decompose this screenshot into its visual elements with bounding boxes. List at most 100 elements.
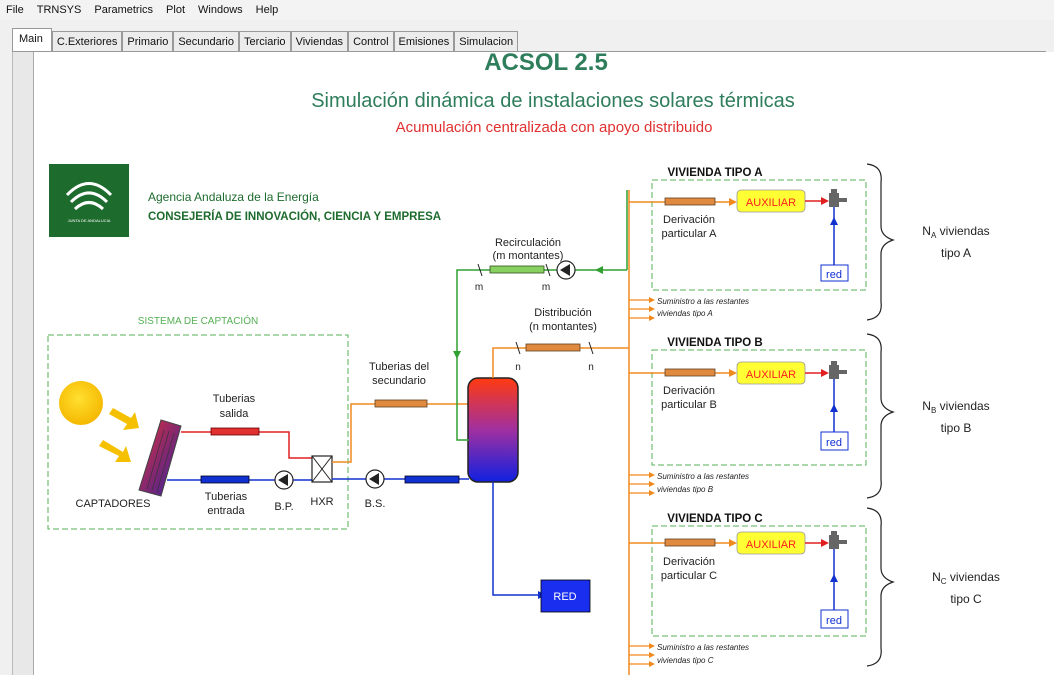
vivienda-a-group: VIVIENDA TIPO A AUXILIAR red Derivación … [629,163,990,321]
distribution-pipe-segment [525,343,581,352]
left-panel-strip [12,52,34,675]
derivacion-b-label: Derivación [663,385,715,397]
storage-tank-icon [467,377,519,483]
derivacion-c-label: particular C [661,570,717,582]
tuberias-entrada-label: entrada [207,505,245,517]
tuberias-entrada-pipe [200,475,250,484]
recirculacion-label: (m montantes) [493,250,564,262]
vivienda-c-title: VIVIENDA TIPO C [667,513,762,525]
vivienda-b-title: VIVIENDA TIPO B [667,337,762,349]
tab-emisiones[interactable]: Emisiones [393,31,455,52]
tuberias-salida-label: salida [220,408,250,420]
page-title: Simulación dinámica de instalaciones sol… [311,90,795,112]
vivienda-a-title: VIVIENDA TIPO A [668,167,763,179]
recirculation-pipe-segment [489,265,545,274]
tab-control[interactable]: Control [348,31,394,52]
derivacion-pipe-b [664,368,716,377]
suministro-b-label: viviendas tipo B [657,485,714,494]
brace-c-icon [866,507,895,667]
tap-a-icon [829,193,839,207]
derivacion-b-label: particular B [661,399,717,411]
junta-logo-icon [49,164,129,237]
page-subtitle: Acumulación centralizada con apoyo distr… [396,119,713,136]
tuberias-salida-pipe [210,427,260,436]
vivienda-c-group: VIVIENDA TIPO C AUXILIAR red Derivación … [629,507,1000,667]
menu-help[interactable]: Help [250,4,286,16]
suministro-c-label: Suministro a las restantes [657,643,749,652]
menu-bar: File TRNSYS Parametrics Plot Windows Hel… [0,0,1054,20]
org-name: Agencia Andaluza de la Energía [148,190,319,204]
distribution-n-label: n [588,362,594,373]
count-a-line2: tipo A [941,246,971,260]
tab-viviendas[interactable]: Viviendas [290,31,349,52]
brace-b-icon [866,333,895,499]
tab-primario[interactable]: Primario [122,31,174,52]
derivacion-a-label: Derivación [663,214,715,226]
sun-icon [59,381,103,425]
recirculation-m-label: m [542,282,550,293]
red-supply-label: RED [553,591,576,603]
count-b-label: NB viviendas [922,399,989,415]
count-c-line2: tipo C [950,592,982,606]
menu-plot[interactable]: Plot [160,4,192,16]
red-a-label: red [826,269,842,281]
tap-b-icon [829,365,839,379]
tuberias-secundario-pipe [374,399,428,408]
captacion-title: SISTEMA DE CAPTACIÓN [138,314,258,327]
suministro-a-label: Suministro a las restantes [657,297,749,306]
recirculation-m-label: m [475,282,483,293]
count-c-label: NC viviendas [932,570,1000,586]
derivacion-pipe-a [664,197,716,206]
menu-windows[interactable]: Windows [192,4,250,16]
distribucion-label: Distribución [534,307,591,319]
primary-hot-pipe [181,431,319,459]
menu-file[interactable]: File [0,4,31,16]
brace-a-icon [866,163,895,321]
app-title: ACSOL 2.5 [484,52,608,76]
suministro-b-label: Suministro a las restantes [657,472,749,481]
count-a-label: NA viviendas [922,224,989,240]
collector-panel-icon [138,419,182,497]
auxiliar-b-label: AUXILIAR [746,369,796,381]
distribution-pipe [492,347,629,378]
vivienda-b-group: VIVIENDA TIPO B AUXILIAR red Derivación … [629,333,990,499]
tuberias-secundario-label: Tuberias del [369,361,429,373]
bp-label: B.P. [274,501,293,513]
tab-simulacion[interactable]: Simulacion [454,31,519,52]
suministro-c-label: viviendas tipo C [657,656,714,665]
auxiliar-a-label: AUXILIAR [746,197,796,209]
captadores-label: CAPTADORES [76,498,151,510]
tuberias-secundario-label: secundario [372,375,426,387]
derivacion-c-label: Derivación [663,556,715,568]
suministro-a-label: viviendas tipo A [657,309,713,318]
hxr-label: HXR [310,496,333,508]
red-b-label: red [826,437,842,449]
tab-main[interactable]: Main [12,28,52,52]
tab-secundario[interactable]: Secundario [173,31,239,52]
distribucion-label: (n montantes) [529,321,597,333]
cold-water-supply-pipe [492,482,542,596]
secondary-cold-pipe-segment [404,475,460,484]
count-b-line2: tipo B [941,421,972,435]
logo-small-text: JUNTA DE ANDALUCIA [68,218,111,223]
distribution-n-label: n [515,362,521,373]
schematic-diagram: ACSOL 2.5 Simulación dinámica de instala… [47,52,1000,675]
menu-parametrics[interactable]: Parametrics [88,4,160,16]
main-content: ACSOL 2.5 Simulación dinámica de instala… [33,52,1054,675]
auxiliar-c-label: AUXILIAR [746,539,796,551]
derivacion-a-label: particular A [661,228,717,240]
sun-ray-icon [99,440,131,462]
sun-ray-icon [109,408,139,430]
recirculacion-label: Recirculación [495,237,561,249]
derivacion-pipe-c [664,538,716,547]
tap-c-icon [829,535,839,549]
tab-c-exteriores[interactable]: C.Exteriores [51,31,123,52]
menu-trnsys[interactable]: TRNSYS [31,4,89,16]
tuberias-entrada-label: Tuberias [205,491,248,503]
tuberias-salida-label: Tuberias [213,393,256,405]
org-ministry: CONSEJERÍA DE INNOVACIÓN, CIENCIA Y EMPR… [148,210,441,223]
secondary-hot-pipe [332,403,469,463]
tab-terciario[interactable]: Terciario [238,31,291,52]
bs-label: B.S. [365,498,386,510]
red-c-label: red [826,615,842,627]
